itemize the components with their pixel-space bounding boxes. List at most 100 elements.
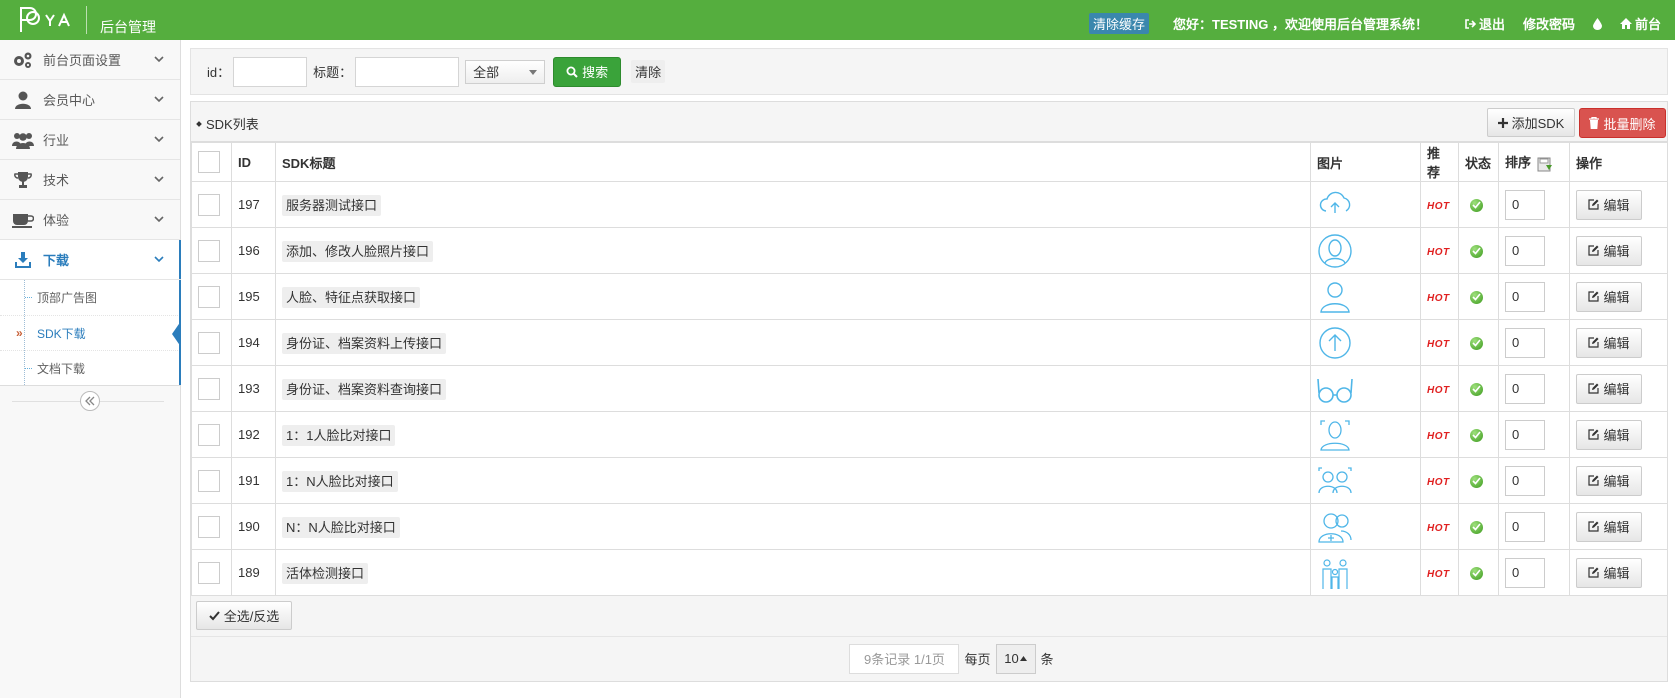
submenu-item-sdk-download[interactable]: » SDK下载	[0, 315, 181, 350]
row-checkbox[interactable]	[198, 469, 220, 492]
clear-button[interactable]: 清除	[631, 60, 666, 83]
sidebar-item-experience[interactable]: 体验	[0, 200, 180, 240]
sort-input[interactable]: 0	[1505, 511, 1545, 542]
top-bar: 后台管理 清除缓存 您好：TESTING ，欢迎使用后台管理系统！ 退出 修改密…	[0, 0, 1675, 40]
sidebar-collapse-button[interactable]	[80, 391, 100, 411]
sidebar-item-label: 体验	[43, 213, 70, 228]
sidebar-item-download[interactable]: 下载	[0, 240, 181, 280]
sidebar-item-frontend-settings[interactable]: 前台页面设置	[0, 40, 180, 80]
hot-badge[interactable]: HOT	[1427, 569, 1450, 580]
clear-cache-button[interactable]: 清除缓存	[1088, 13, 1149, 34]
change-password-link[interactable]: 修改密码	[1523, 14, 1575, 33]
sort-input[interactable]: 0	[1505, 465, 1545, 496]
status-ok-icon[interactable]	[1470, 382, 1483, 396]
row-checkbox[interactable]	[198, 285, 220, 308]
edit-button[interactable]: 编辑	[1576, 235, 1642, 266]
status-ok-icon[interactable]	[1470, 198, 1483, 212]
recommend-cell: HOT	[1420, 411, 1459, 458]
logout-link[interactable]: 退出	[1464, 14, 1505, 33]
submenu-item-label: 顶部广告图	[37, 291, 98, 305]
sort-input[interactable]: 0	[1505, 373, 1545, 404]
hot-badge[interactable]: HOT	[1427, 477, 1450, 488]
hot-badge[interactable]: HOT	[1427, 247, 1450, 258]
row-checkbox[interactable]	[198, 515, 220, 538]
title-cell: 服务器测试接口	[275, 181, 1311, 228]
id-input[interactable]	[233, 56, 308, 87]
status-ok-icon[interactable]	[1470, 290, 1483, 304]
row-checkbox[interactable]	[198, 331, 220, 354]
status-ok-icon[interactable]	[1470, 244, 1483, 258]
column-header: 图片	[1310, 142, 1421, 182]
hot-badge[interactable]: HOT	[1427, 339, 1450, 350]
edit-button[interactable]: 编辑	[1576, 419, 1642, 450]
hot-badge[interactable]: HOT	[1427, 293, 1450, 304]
sidebar-item-label: 技术	[43, 173, 70, 188]
row-select-cell	[191, 319, 232, 366]
edit-button[interactable]: 编辑	[1576, 327, 1642, 358]
frontend-link[interactable]: 前台	[1619, 14, 1661, 33]
submenu-item-doc-download[interactable]: 文档下载	[0, 350, 180, 385]
row-select-cell	[191, 503, 232, 550]
row-checkbox[interactable]	[198, 377, 220, 400]
status-ok-icon[interactable]	[1470, 428, 1483, 442]
sort-input[interactable]: 0	[1505, 557, 1545, 588]
batch-delete-button[interactable]: 批量删除	[1579, 108, 1666, 138]
id-cell: 189	[231, 549, 276, 596]
hot-badge[interactable]: HOT	[1427, 385, 1450, 396]
hot-badge[interactable]: HOT	[1427, 201, 1450, 212]
page-size-select[interactable]: 10	[995, 643, 1036, 674]
sort-input[interactable]: 0	[1505, 419, 1545, 450]
row-checkbox[interactable]	[198, 561, 220, 584]
edit-button[interactable]: 编辑	[1576, 189, 1642, 220]
edit-button[interactable]: 编辑	[1576, 557, 1642, 588]
row-checkbox[interactable]	[198, 193, 220, 216]
sort-input[interactable]: 0	[1505, 235, 1545, 266]
status-ok-icon[interactable]	[1470, 474, 1483, 488]
chevron-down-icon	[154, 176, 164, 183]
id-cell: 191	[231, 457, 276, 504]
family-icon	[1322, 558, 1348, 589]
submenu-item-top-banner[interactable]: 顶部广告图	[0, 280, 180, 315]
edit-button[interactable]: 编辑	[1576, 281, 1642, 312]
sort-input[interactable]: 0	[1505, 281, 1545, 312]
sort-input[interactable]: 0	[1505, 189, 1545, 220]
title-input[interactable]	[355, 56, 460, 87]
search-bar: id： 标题： 全部 搜索 清除	[190, 48, 1668, 95]
status-ok-icon[interactable]	[1470, 566, 1483, 580]
add-sdk-button[interactable]: 添加SDK	[1487, 108, 1575, 137]
submenu-item-label: 文档下载	[37, 361, 86, 376]
row-select-cell	[191, 365, 232, 412]
hot-badge[interactable]: HOT	[1427, 431, 1450, 442]
sort-input[interactable]: 0	[1505, 327, 1545, 358]
hot-badge[interactable]: HOT	[1427, 523, 1450, 534]
logo[interactable]	[18, 3, 74, 37]
sidebar-item-member-center[interactable]: 会员中心	[0, 80, 180, 120]
face-scan-icon	[1320, 419, 1350, 451]
sdk-title: 身份证、档案资料查询接口	[282, 379, 447, 400]
id-cell: 190	[231, 503, 276, 550]
users-add-icon	[1318, 512, 1352, 543]
edit-button[interactable]: 编辑	[1576, 373, 1642, 404]
theme-link[interactable]	[1592, 17, 1602, 30]
edit-button[interactable]: 编辑	[1576, 465, 1642, 496]
id-cell: 192	[231, 411, 276, 458]
chevron-down-icon	[154, 136, 164, 143]
filter-select[interactable]: 全部	[465, 59, 546, 84]
status-cell	[1458, 181, 1499, 228]
caret-down-icon	[529, 69, 538, 75]
header-checkbox[interactable]	[198, 151, 220, 173]
row-checkbox[interactable]	[198, 239, 220, 262]
sidebar-item-technology[interactable]: 技术	[0, 160, 180, 200]
pagination: 9条记录 1/1页 每页 10 条	[191, 636, 1667, 680]
edit-button[interactable]: 编辑	[1576, 511, 1642, 542]
recommend-cell: HOT	[1420, 503, 1459, 550]
sidebar-item-industry[interactable]: 行业	[0, 120, 180, 160]
select-all-button[interactable]: 全选/反选	[196, 601, 292, 630]
status-ok-icon[interactable]	[1470, 520, 1483, 534]
status-ok-icon[interactable]	[1470, 336, 1483, 350]
unit-label: 条	[1040, 652, 1054, 667]
sdk-table: ID SDK标题 图片 推荐 状态 排序 操作 197 服务器测试接口 HOT 0 编辑…	[191, 142, 1668, 596]
search-button[interactable]: 搜索	[553, 56, 622, 87]
save-sort-icon[interactable]	[1537, 156, 1553, 172]
row-checkbox[interactable]	[198, 423, 220, 446]
